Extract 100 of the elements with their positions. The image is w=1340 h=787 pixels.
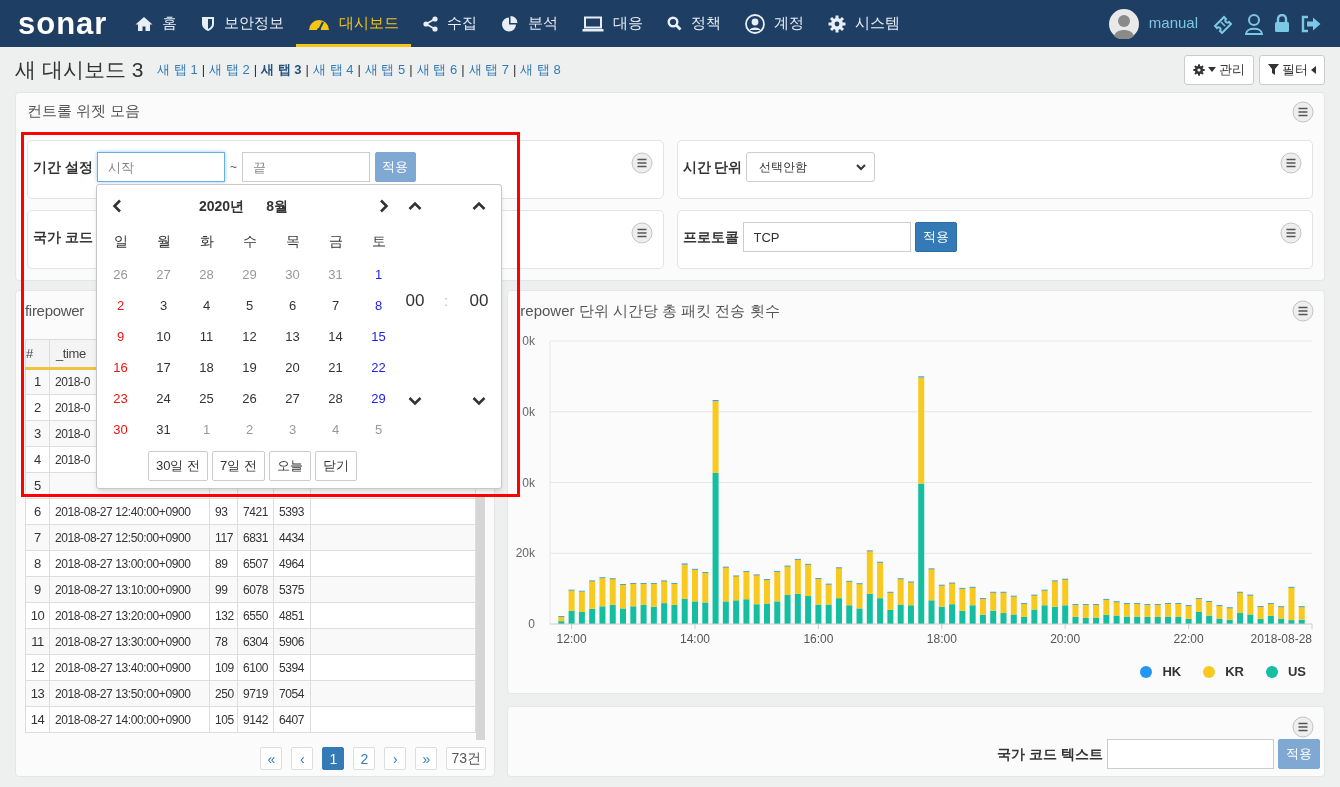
- calendar-day[interactable]: 29: [367, 388, 390, 409]
- table-cell: 7: [25, 524, 50, 551]
- table-cell: 93: [209, 498, 238, 525]
- nav-item[interactable]: 시스템: [816, 0, 912, 47]
- calendar-day[interactable]: 2: [112, 295, 129, 316]
- table-cell: 9: [25, 576, 50, 603]
- dashboard-tab[interactable]: 새 탭 8: [520, 59, 561, 80]
- weekday-label: 일: [112, 231, 129, 251]
- nav-item[interactable]: 홈: [123, 0, 189, 47]
- table-cell: 2018-08-27 13:30:00+0900: [49, 628, 210, 655]
- table-cell: 2018-08-27 12:40:00+0900: [49, 498, 210, 525]
- calendar-day[interactable]: 15: [367, 326, 390, 347]
- calendar-day[interactable]: 7: [327, 295, 344, 316]
- dashboard-tab[interactable]: 새 탭 5: [364, 59, 406, 80]
- dashboard-tab[interactable]: 새 탭 4: [312, 59, 354, 80]
- calendar-day[interactable]: 4: [198, 295, 215, 316]
- username[interactable]: manual: [1148, 12, 1198, 35]
- axis-label: 14:00: [680, 632, 710, 646]
- manage-button[interactable]: 관리: [1184, 54, 1254, 85]
- nav-item[interactable]: 보안정보: [189, 0, 296, 47]
- calendar-day[interactable]: 30: [109, 419, 132, 440]
- table-cell: 4434: [273, 524, 311, 551]
- nav-item[interactable]: 분석: [489, 0, 570, 47]
- field-label: 시간 단위: [682, 158, 743, 177]
- input-field[interactable]: 끝: [241, 152, 370, 182]
- dashboard-tab[interactable]: 새 탭 1: [157, 59, 198, 80]
- table-cell: 6304: [237, 628, 274, 655]
- axis-label: 20k: [515, 546, 535, 561]
- table-cell: 5393: [273, 498, 311, 525]
- input-field[interactable]: 시작: [96, 152, 225, 182]
- nav-item[interactable]: 수집: [411, 0, 489, 47]
- field-label: 국가 코드 텍스트: [997, 744, 1103, 764]
- table-cell: 105: [209, 706, 238, 733]
- shortcut-button[interactable]: 7일 전: [212, 451, 265, 481]
- time-separator: :: [444, 292, 448, 311]
- dashboard-tab[interactable]: 새 탭 7: [468, 59, 509, 80]
- calendar-day[interactable]: 3: [155, 295, 172, 316]
- calendar-day[interactable]: 13: [281, 326, 304, 347]
- calendar-day[interactable]: 31: [152, 419, 175, 440]
- weekday-label: 화: [198, 231, 215, 251]
- table-cell: 6550: [237, 602, 274, 629]
- dashboard-tab[interactable]: 새 탭 3: [261, 59, 302, 80]
- tab-separator: |: [201, 60, 206, 79]
- shortcut-button[interactable]: 오늘: [268, 451, 311, 481]
- calendar-day[interactable]: 26: [238, 388, 261, 409]
- weekday-label: 월: [155, 231, 172, 251]
- shortcut-button[interactable]: 닫기: [314, 451, 357, 481]
- calendar-day[interactable]: 6: [284, 295, 301, 316]
- calendar-day[interactable]: 14: [324, 326, 347, 347]
- field-label: 기간 설정: [33, 158, 93, 177]
- table-cell: 8: [25, 550, 50, 577]
- table-cell: 99: [209, 576, 238, 603]
- calendar-day[interactable]: 28: [324, 388, 347, 409]
- apply-button[interactable]: 적용: [914, 222, 957, 252]
- calendar-day[interactable]: 21: [324, 357, 347, 378]
- nav-item[interactable]: 대시보드: [296, 0, 411, 47]
- table-cell: 7054: [273, 680, 311, 707]
- table-cell: 2018-08-27 14:00:00+0900: [49, 706, 210, 733]
- page-button[interactable]: «: [260, 747, 283, 770]
- legend-label: US: [1287, 663, 1306, 682]
- table-cell: 5394: [273, 654, 311, 681]
- minute-value[interactable]: 00: [469, 285, 489, 317]
- page-button[interactable]: ‹: [291, 747, 314, 770]
- nav-item[interactable]: 계정: [733, 0, 816, 47]
- calendar-day[interactable]: 8: [370, 295, 387, 316]
- table-cell: 3: [25, 420, 50, 447]
- table-cell: 2018-08-27 13:00:00+0900: [49, 550, 210, 577]
- calendar-day[interactable]: 22: [367, 357, 390, 378]
- calendar-day[interactable]: 27: [281, 388, 304, 409]
- nav-item[interactable]: 정책: [655, 0, 733, 47]
- calendar-day[interactable]: 20: [281, 357, 304, 378]
- table-cell: 4964: [273, 550, 311, 577]
- axis-label: 20:00: [1050, 632, 1081, 646]
- page-button[interactable]: 1: [322, 747, 345, 770]
- calendar-day[interactable]: 5: [241, 295, 258, 316]
- select-field[interactable]: 선택안함: [746, 152, 876, 182]
- axis-label: 18:00: [926, 632, 957, 646]
- logo: sonar: [17, 8, 109, 39]
- page-button[interactable]: »: [415, 747, 438, 770]
- input-field[interactable]: TCP: [742, 222, 911, 252]
- calendar-day[interactable]: 19: [238, 357, 261, 378]
- axis-label: 0: [528, 617, 535, 631]
- calendar-day[interactable]: 1: [370, 264, 387, 285]
- shortcut-button[interactable]: 30일 전: [148, 451, 209, 481]
- table-cell: 2018-08-27 13:10:00+0900: [49, 576, 210, 603]
- page-button[interactable]: ›: [384, 747, 407, 770]
- weekday-label: 토: [370, 231, 387, 251]
- dashboard-tab[interactable]: 새 탭 2: [209, 59, 250, 80]
- hour-value[interactable]: 00: [405, 285, 425, 317]
- panel-title: 컨트롤 위젯 모음: [27, 101, 141, 122]
- filter-button[interactable]: 필터: [1259, 54, 1325, 85]
- month-label[interactable]: 8월: [266, 195, 288, 217]
- tab-separator: |: [357, 60, 361, 79]
- page-button[interactable]: 2: [353, 747, 376, 770]
- axis-label: 0k: [522, 334, 535, 348]
- table-cell: 5375: [273, 576, 311, 603]
- calendar-day[interactable]: 12: [238, 326, 261, 347]
- year-label[interactable]: 2020년: [199, 195, 245, 217]
- nav-item[interactable]: 대응: [570, 0, 655, 47]
- dashboard-tab[interactable]: 새 탭 6: [416, 59, 458, 80]
